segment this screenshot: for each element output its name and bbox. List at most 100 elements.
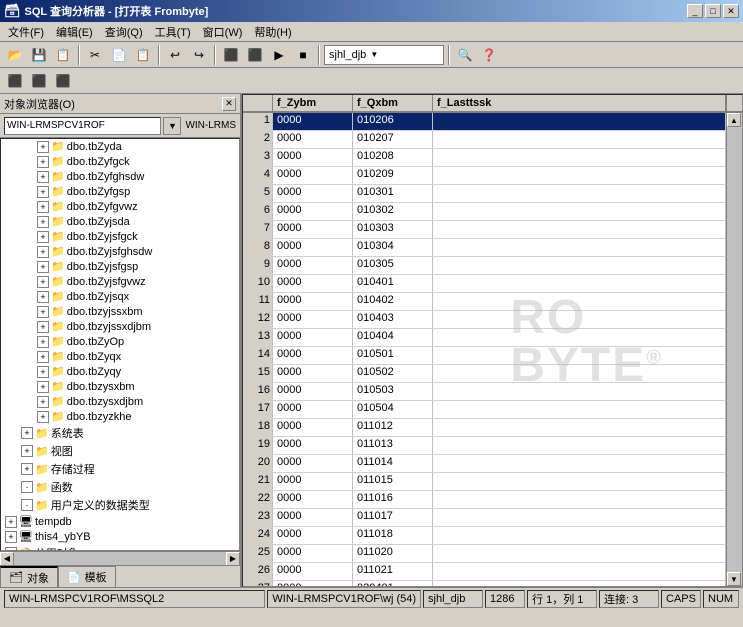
restore-button[interactable]: □ (705, 4, 721, 18)
table-row[interactable]: 80000010304 (243, 239, 726, 257)
server-dropdown[interactable]: ▼ (163, 117, 181, 135)
menu-edit[interactable]: 编辑(E) (50, 22, 99, 42)
tree-item[interactable]: +📁dbo.tbZyjsda (1, 214, 239, 229)
table-row[interactable]: 260000011021 (243, 563, 726, 581)
tree-expand-icon[interactable]: · (21, 481, 33, 493)
tree-item[interactable]: +📁存储过程 (1, 460, 239, 478)
table-row[interactable]: 10000010206 (243, 113, 726, 131)
tree-expand-icon[interactable]: + (37, 156, 49, 168)
tab-templates[interactable]: 📄 模板 (58, 566, 116, 587)
table-row[interactable]: 220000011016 (243, 491, 726, 509)
grid-body[interactable]: 1000001020620000010207300000102084000001… (243, 113, 726, 586)
paste-button[interactable]: 📋 (132, 44, 154, 66)
tree-item[interactable]: ·📦公用对象 (1, 544, 239, 551)
tree-expand-icon[interactable]: + (21, 445, 33, 457)
menu-query[interactable]: 查询(Q) (99, 22, 149, 42)
tree-item[interactable]: +📁系统表 (1, 424, 239, 442)
tree-expand-icon[interactable]: + (5, 531, 17, 543)
tree-item[interactable]: +📁dbo.tbZyqx (1, 349, 239, 364)
tree-expand-icon[interactable]: + (37, 216, 49, 228)
tree-item[interactable]: +📁dbo.tbZyjsqx (1, 289, 239, 304)
table-row[interactable]: 50000010301 (243, 185, 726, 203)
tree-item[interactable]: +📁dbo.tbZyOp (1, 334, 239, 349)
table-row[interactable]: 240000011018 (243, 527, 726, 545)
tree-item[interactable]: +📁dbo.tbZyjsfgvwz (1, 274, 239, 289)
search-button[interactable]: 🔍 (454, 44, 476, 66)
tree-item[interactable]: +📁dbo.tbZyfgck (1, 154, 239, 169)
scroll-track[interactable] (14, 552, 226, 566)
menu-file[interactable]: 文件(F) (2, 22, 50, 42)
cut-button[interactable]: ✂ (84, 44, 106, 66)
table-row[interactable]: 20000010207 (243, 131, 726, 149)
tree-item[interactable]: ·📁函数 (1, 478, 239, 496)
scroll-left-button[interactable]: ◀ (0, 552, 14, 566)
database-dropdown[interactable]: sjhl_djb ▼ (324, 45, 444, 65)
tree-item[interactable]: +📁dbo.tbZyfghsdw (1, 169, 239, 184)
tb2-btn1[interactable]: ⬛ (4, 70, 26, 92)
tree-item[interactable]: +📁dbo.tbZyjsfghsdw (1, 244, 239, 259)
tb2-btn3[interactable]: ⬛ (52, 70, 74, 92)
vscroll-track[interactable] (727, 127, 742, 572)
tree-expand-icon[interactable]: + (21, 463, 33, 475)
table-row[interactable]: 40000010209 (243, 167, 726, 185)
table-row[interactable]: 30000010208 (243, 149, 726, 167)
tree-expand-icon[interactable]: + (21, 427, 33, 439)
table-row[interactable]: 140000010501 (243, 347, 726, 365)
load-button[interactable]: ⬛ (220, 44, 242, 66)
tree-expand-icon[interactable]: + (37, 291, 49, 303)
table-row[interactable]: 100000010401 (243, 275, 726, 293)
tree-expand-icon[interactable]: + (37, 396, 49, 408)
tree-item[interactable]: +📁dbo.tbzysxbm (1, 379, 239, 394)
tree-expand-icon[interactable]: + (37, 141, 49, 153)
menu-window[interactable]: 窗口(W) (197, 22, 249, 42)
table-row[interactable]: 200000011014 (243, 455, 726, 473)
tree-item[interactable]: +📁dbo.tbZyfgsp (1, 184, 239, 199)
table-row[interactable]: 160000010503 (243, 383, 726, 401)
table-row[interactable]: 270000020401 (243, 581, 726, 586)
tree-expand-icon[interactable]: + (37, 171, 49, 183)
tree-expand-icon[interactable]: + (37, 276, 49, 288)
undo-button[interactable]: ↩ (164, 44, 186, 66)
tree-expand-icon[interactable]: + (37, 381, 49, 393)
left-panel-hscrollbar[interactable]: ◀ ▶ (0, 551, 240, 565)
copy-button[interactable]: 📄 (108, 44, 130, 66)
table-row[interactable]: 90000010305 (243, 257, 726, 275)
tree-expand-icon[interactable]: + (37, 186, 49, 198)
menu-help[interactable]: 帮助(H) (248, 22, 297, 42)
new-button[interactable]: 📋 (52, 44, 74, 66)
tree-item[interactable]: +🖥this4_ybYB (1, 529, 239, 544)
table-row[interactable]: 250000011020 (243, 545, 726, 563)
scroll-down-button[interactable]: ▼ (727, 572, 741, 586)
tree-item[interactable]: +📁dbo.tbzyzkhe (1, 409, 239, 424)
tree-expand-icon[interactable]: + (5, 516, 17, 528)
tree-expand-icon[interactable]: + (37, 231, 49, 243)
tree-item[interactable]: +📁dbo.tbZyda (1, 139, 239, 154)
redo-button[interactable]: ↪ (188, 44, 210, 66)
cancel-button[interactable]: ■ (292, 44, 314, 66)
scroll-right-button[interactable]: ▶ (226, 552, 240, 566)
save-button[interactable]: 💾 (28, 44, 50, 66)
stop-button[interactable]: ⬛ (244, 44, 266, 66)
run-button[interactable]: ▶ (268, 44, 290, 66)
server-input[interactable] (4, 117, 161, 135)
tree-item[interactable]: ·📁用户定义的数据类型 (1, 496, 239, 514)
table-row[interactable]: 170000010504 (243, 401, 726, 419)
tree-item[interactable]: +🖥tempdb (1, 514, 239, 529)
tree-expand-icon[interactable]: · (21, 499, 33, 511)
table-row[interactable]: 180000011012 (243, 419, 726, 437)
tree-expand-icon[interactable]: + (37, 246, 49, 258)
tree-expand-icon[interactable]: + (37, 306, 49, 318)
table-row[interactable]: 120000010403 (243, 311, 726, 329)
left-panel-close-button[interactable]: ✕ (222, 97, 236, 111)
tree-item[interactable]: +📁dbo.tbzysxdjbm (1, 394, 239, 409)
close-button[interactable]: ✕ (723, 4, 739, 18)
tab-objects[interactable]: 🗂 对象 (0, 566, 58, 587)
tree-expand-icon[interactable]: + (37, 411, 49, 423)
table-row[interactable]: 60000010302 (243, 203, 726, 221)
menu-tools[interactable]: 工具(T) (149, 22, 197, 42)
scroll-up-button[interactable]: ▲ (727, 113, 741, 127)
tree-expand-icon[interactable]: + (37, 321, 49, 333)
tree-expand-icon[interactable]: + (37, 366, 49, 378)
vertical-scrollbar[interactable]: ▲ ▼ (726, 113, 742, 586)
tree-expand-icon[interactable]: + (37, 351, 49, 363)
